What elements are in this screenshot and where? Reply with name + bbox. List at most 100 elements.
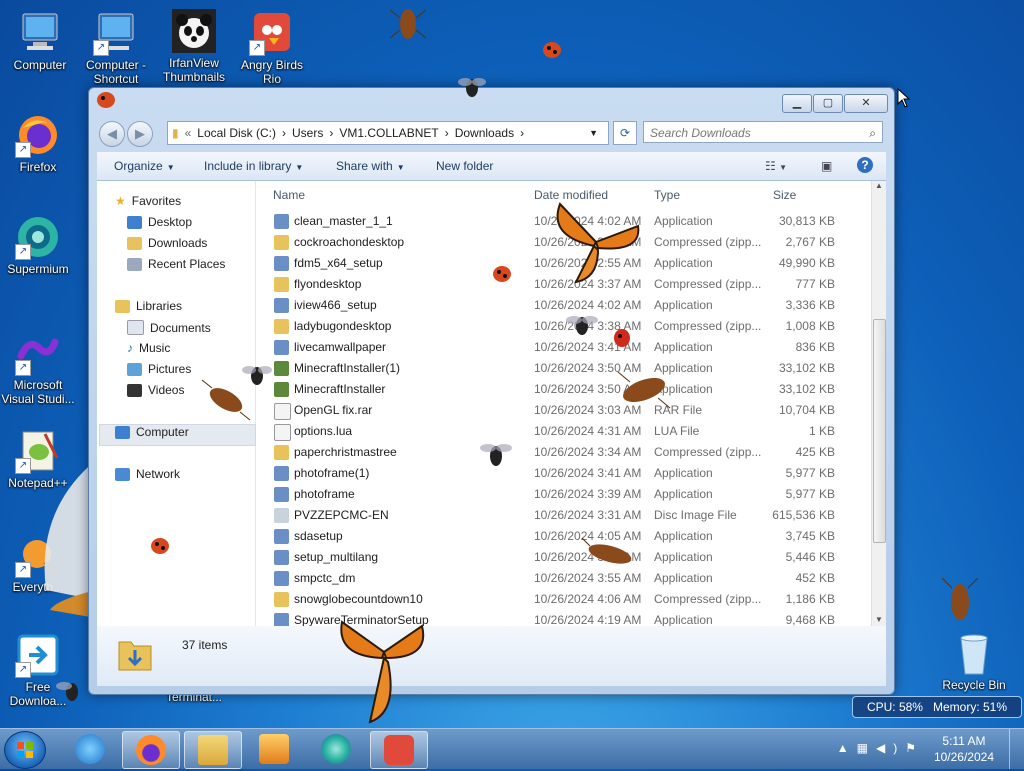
desktop-icon-computer-shortcut[interactable]: ↗ Computer - Shortcut (78, 10, 154, 86)
minecraft-icon (274, 382, 289, 397)
action-center-icon[interactable]: ⚑ (905, 741, 924, 755)
file-row[interactable]: OpenGL fix.rar 10/26/2024 3:03 AM RAR File… (257, 400, 872, 421)
search-icon[interactable]: ⌕ (869, 122, 876, 144)
file-row[interactable]: sdasetup 10/26/2024 4:05 AM Application 3,7… (257, 526, 872, 547)
minimize-button[interactable]: ▁ (782, 94, 812, 113)
network-icon[interactable]: ▦ (857, 741, 876, 755)
taskbar-internet-explorer[interactable] (62, 731, 118, 767)
nav-music[interactable]: ♪ Music (127, 341, 170, 355)
clock[interactable]: 5:11 AM 10/26/2024 (934, 733, 994, 765)
file-date-modified: 10/26/2024 3:39 AM (534, 487, 642, 501)
desktop-icon-recycle-bin[interactable]: Recycle Bin (936, 630, 1012, 692)
breadcrumb-item[interactable]: Downloads (455, 126, 514, 140)
file-type: Application (654, 529, 713, 543)
maximize-button[interactable]: ▢ (813, 94, 843, 113)
desktop-icon-visual-studio[interactable]: ↗ Microsoft Visual Studi... (0, 330, 76, 406)
organize-button[interactable]: Organize ▼ (114, 159, 175, 173)
file-row[interactable]: livecamwallpaper 10/26/2024 3:41 AM Applic… (257, 337, 872, 358)
file-row[interactable]: PVZZEPCMC-EN 10/26/2024 3:31 AM Disc Image… (257, 505, 872, 526)
app-icon (274, 340, 289, 355)
nav-pictures[interactable]: Pictures (127, 362, 191, 376)
file-row[interactable]: snowglobecountdown10 10/26/2024 4:06 AM Co… (257, 589, 872, 610)
column-header-type[interactable]: Type (654, 188, 680, 202)
nav-desktop[interactable]: Desktop (127, 215, 192, 229)
view-options-button[interactable]: ☷ ▼ (765, 159, 787, 173)
nav-recent-places[interactable]: Recent Places (127, 257, 225, 271)
file-row[interactable]: setup_multilang 10/26/2024 3:53 AM Applica… (257, 547, 872, 568)
address-bar[interactable]: ▮ « Local Disk (C:) › Users › VM1.COLLABNE… (167, 121, 609, 145)
refresh-button[interactable]: ⟳ (613, 121, 637, 145)
file-row[interactable]: photoframe(1) 10/26/2024 3:41 AM Applicati… (257, 463, 872, 484)
breadcrumb-separator[interactable]: › (520, 126, 524, 140)
vertical-scrollbar[interactable]: ▲ ▼ (871, 181, 886, 626)
file-row[interactable]: smpctc_dm 10/26/2024 3:55 AM Application 45… (257, 568, 872, 589)
file-row[interactable]: MinecraftInstaller(1) 10/26/2024 3:50 AM A… (257, 358, 872, 379)
resource-monitor-gadget[interactable]: CPU: 58% Memory: 51% (852, 696, 1022, 718)
start-button[interactable] (4, 731, 46, 769)
app-icon (274, 466, 289, 481)
show-desktop-button[interactable] (1009, 729, 1024, 769)
help-icon[interactable]: ? (857, 157, 873, 173)
include-in-library-button[interactable]: Include in library ▼ (204, 159, 303, 173)
cockroach-icon (389, 9, 427, 39)
file-size: 777 KB (795, 277, 835, 291)
breadcrumb-item[interactable]: VM1.COLLABNET (339, 126, 438, 140)
nav-computer[interactable]: Computer (115, 425, 189, 439)
nav-videos[interactable]: Videos (127, 383, 184, 397)
butterfly-icon (340, 620, 425, 724)
nav-network[interactable]: Network (115, 467, 180, 481)
scroll-up-icon[interactable]: ▲ (872, 181, 886, 190)
share-with-button[interactable]: Share with ▼ (336, 159, 405, 173)
show-hidden-icons-icon[interactable]: ▲ (837, 741, 857, 755)
taskbar-supermium[interactable] (308, 731, 364, 767)
breadcrumb-separator[interactable]: › (445, 126, 449, 140)
forward-button[interactable]: ▶ (127, 121, 153, 147)
desktop-icon-supermium[interactable]: ↗ Supermium (0, 214, 76, 276)
new-folder-button[interactable]: New folder (436, 159, 493, 173)
recent-places-icon (127, 257, 142, 271)
breadcrumb-item[interactable]: Users (292, 126, 323, 140)
file-type: Compressed (zipp... (654, 592, 762, 606)
desktop-icon-label: Microsoft Visual Studi... (1, 378, 75, 406)
column-header-size[interactable]: Size (773, 188, 796, 202)
desktop-icon-computer[interactable]: Computer (2, 10, 78, 72)
taskbar: ▲▦◀)⚑ 5:11 AM 10/26/2024 (0, 728, 1024, 769)
file-row[interactable]: MinecraftInstaller 10/26/2024 3:50 AM Appl… (257, 379, 872, 400)
desktop-icon-firefox[interactable]: ↗ Firefox (0, 112, 76, 174)
nav-downloads[interactable]: Downloads (127, 236, 207, 250)
desktop-icon-irfanview[interactable]: IrfanView Thumbnails (156, 8, 232, 84)
close-button[interactable]: ✕ (844, 94, 888, 113)
file-row[interactable]: paperchristmastree 10/26/2024 3:34 AM Comp… (257, 442, 872, 463)
scroll-down-icon[interactable]: ▼ (872, 615, 886, 624)
taskbar-windows-explorer[interactable] (184, 731, 242, 769)
breadcrumb-separator[interactable]: › (329, 126, 333, 140)
taskbar-angry-birds[interactable] (370, 731, 428, 769)
zip-icon (274, 235, 289, 250)
volume-icon[interactable]: ◀) (876, 741, 905, 755)
zip-icon (274, 277, 289, 292)
breadcrumb-separator[interactable]: › (282, 126, 286, 140)
preview-pane-button[interactable]: ▣ (821, 159, 832, 173)
folder-icon: ▮ (172, 126, 179, 140)
back-button[interactable]: ◀ (99, 121, 125, 147)
breadcrumb-item[interactable]: Local Disk (C:) (197, 126, 276, 140)
nav-documents[interactable]: Documents (127, 320, 211, 335)
app-icon (274, 214, 289, 229)
system-tray: ▲▦◀)⚑ (837, 741, 924, 755)
taskbar-firefox[interactable] (122, 731, 180, 769)
file-name: clean_master_1_1 (294, 214, 393, 228)
taskbar-media-player[interactable] (246, 731, 302, 767)
windows-logo-icon (17, 742, 33, 758)
file-row[interactable]: photoframe 10/26/2024 3:39 AM Application 5… (257, 484, 872, 505)
address-dropdown-icon[interactable]: ▼ (589, 128, 598, 138)
column-header-name[interactable]: Name (273, 188, 305, 202)
breadcrumb-overflow[interactable]: « (185, 126, 192, 140)
zip-icon (274, 319, 289, 334)
file-row[interactable]: options.lua 10/26/2024 4:31 AM LUA File 1 K… (257, 421, 872, 442)
scrollbar-thumb[interactable] (873, 319, 886, 543)
nav-libraries[interactable]: Libraries (115, 299, 182, 313)
nav-favorites[interactable]: ★ Favorites (115, 194, 181, 208)
desktop-icon-angry-birds[interactable]: ↗ Angry Birds Rio (234, 10, 310, 86)
music-icon: ♪ (127, 341, 133, 355)
search-input[interactable]: Search Downloads ⌕ (643, 121, 883, 143)
